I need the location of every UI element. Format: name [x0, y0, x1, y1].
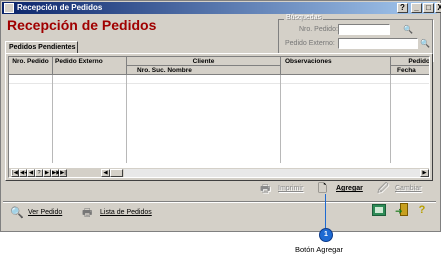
callout-badge: 1	[319, 228, 333, 242]
ver-pedido-label: Ver Pedido	[28, 209, 63, 216]
export-excel-icon[interactable]	[372, 204, 386, 216]
col-divider	[280, 75, 281, 163]
search-pedido-externo-icon[interactable]: 🔍	[419, 39, 431, 49]
maximize-button[interactable]: □	[423, 3, 434, 13]
window-menu-icon[interactable]	[4, 3, 14, 13]
help-icon[interactable]: ?	[417, 203, 427, 217]
nro-pedido-label: Nro. Pedido:	[299, 26, 338, 33]
footer-divider	[3, 201, 436, 203]
nro-pedido-input[interactable]	[338, 24, 390, 35]
col-divider	[52, 75, 53, 163]
callout-text: Botón Agregar	[295, 245, 343, 254]
scroll-left-button[interactable]: ◀	[101, 169, 110, 177]
nav-prev-page-button[interactable]: ◀◀	[19, 169, 28, 177]
printer-icon: 🖶	[260, 183, 271, 195]
edit-icon: 🖉	[377, 183, 389, 195]
page-title: Recepción de Pedidos	[7, 17, 157, 33]
search-icon: 🔍	[10, 207, 24, 219]
exit-door-icon[interactable]: ➜	[395, 203, 409, 217]
nav-first-button[interactable]: |◀	[11, 169, 19, 177]
nav-last-button[interactable]: ▶|	[59, 169, 67, 177]
lista-pedidos-label: Lista de Pedidos	[100, 209, 152, 216]
pedido-externo-label: Pedido Externo:	[285, 40, 335, 47]
pedido-externo-input[interactable]	[338, 38, 418, 49]
cambiar-label: Cambiar	[395, 185, 422, 192]
printer-icon: 🖶	[82, 207, 93, 219]
callout-line	[325, 194, 326, 228]
close-button[interactable]: X	[435, 3, 441, 13]
col-cliente[interactable]: Cliente	[127, 57, 281, 66]
search-group-label: Búsquedas	[284, 14, 324, 21]
agregar-label: Agregar	[336, 185, 363, 192]
imprimir-label: Imprimir	[278, 185, 304, 192]
help-button[interactable]: ?	[397, 3, 408, 13]
title-bar: Recepción de Pedidos ? _ □ X	[2, 2, 441, 14]
search-nro-pedido-icon[interactable]: 🔍	[402, 25, 414, 35]
col-cliente-sub[interactable]: Nro. Suc. Nombre	[127, 66, 281, 75]
nav-next-button[interactable]: ▶	[43, 169, 51, 177]
grid-navigator: |◀ ◀◀ ◀ ? ▶ ▶▶ ▶| ◀ ▶	[9, 168, 429, 177]
orders-grid[interactable]: Nro. Pedido Pedido Externo Cliente Nro. …	[8, 56, 430, 178]
scroll-right-button[interactable]: ▶	[420, 169, 429, 177]
nav-find-button[interactable]: ?	[35, 169, 43, 177]
row-divider	[9, 83, 429, 84]
col-divider	[126, 75, 127, 163]
nav-next-page-button[interactable]: ▶▶	[51, 169, 60, 177]
col-pedido[interactable]: Pedido	[391, 57, 429, 66]
col-divider	[390, 75, 391, 163]
col-fecha[interactable]: Fecha	[391, 66, 429, 75]
col-pedido-externo[interactable]: Pedido Externo	[53, 57, 127, 75]
scroll-thumb[interactable]	[110, 169, 123, 177]
col-observaciones[interactable]: Observaciones	[281, 57, 391, 75]
horizontal-scrollbar[interactable]	[124, 169, 427, 177]
window-title: Recepción de Pedidos	[17, 3, 103, 12]
col-nro-pedido[interactable]: Nro. Pedido	[9, 57, 53, 75]
minimize-button[interactable]: _	[411, 3, 422, 13]
nav-prev-button[interactable]: ◀	[27, 169, 35, 177]
